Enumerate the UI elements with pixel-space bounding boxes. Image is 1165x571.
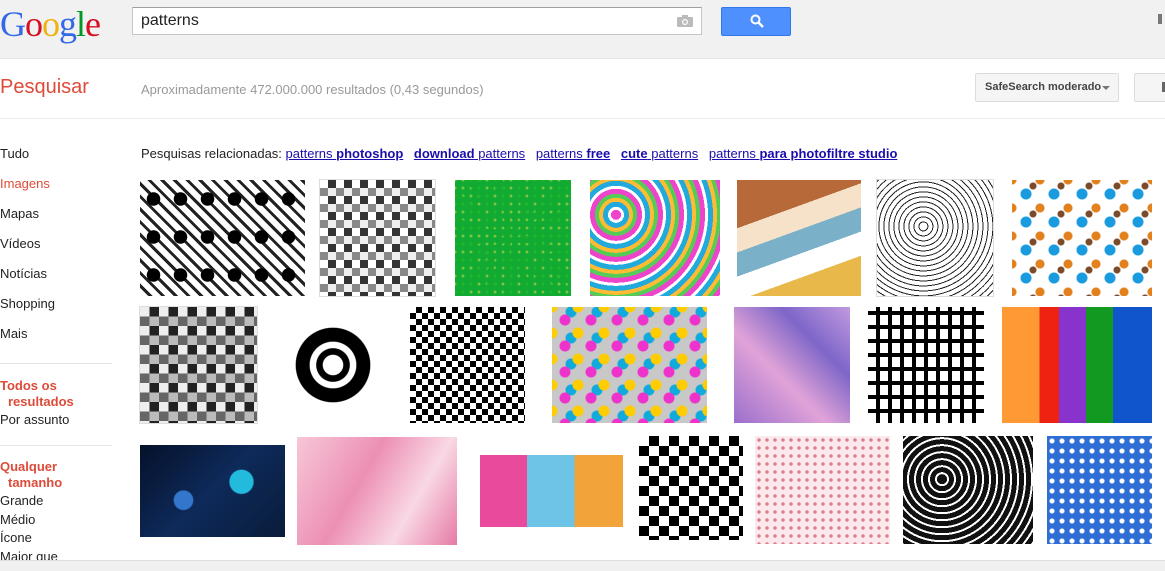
sidebar-item-tudo[interactable]: Tudo — [0, 146, 29, 161]
filter-por-assunto[interactable]: Por assunto — [0, 412, 69, 427]
chevron-down-icon — [1102, 86, 1110, 90]
search-box[interactable] — [132, 7, 702, 35]
image-result[interactable] — [319, 179, 436, 297]
top-bar: Google — [0, 0, 1165, 59]
search-button[interactable] — [721, 7, 791, 36]
logo-letter: l — [76, 4, 86, 44]
image-result[interactable] — [590, 180, 720, 296]
image-result[interactable] — [140, 180, 305, 296]
filter-icone[interactable]: Ícone — [0, 530, 32, 545]
logo-letter: o — [42, 4, 60, 44]
image-result[interactable] — [734, 307, 850, 423]
related-link-photofiltre[interactable]: patterns para photofiltre studio — [709, 146, 898, 161]
image-result[interactable] — [1002, 307, 1152, 423]
sidebar-item-videos[interactable]: Vídeos — [0, 236, 40, 251]
google-logo[interactable]: Google — [0, 3, 101, 45]
image-result[interactable] — [297, 437, 457, 545]
horizontal-scrollbar[interactable] — [0, 560, 1165, 571]
safesearch-dropdown[interactable]: SafeSearch moderado — [975, 73, 1119, 102]
sidebar-item-imagens[interactable]: Imagens — [0, 176, 50, 191]
image-result[interactable] — [1012, 180, 1152, 296]
filter-medio[interactable]: Médio — [0, 512, 35, 527]
sidebar-item-shopping[interactable]: Shopping — [0, 296, 55, 311]
account-icon[interactable] — [1158, 14, 1162, 24]
related-link-free[interactable]: patterns free — [536, 146, 610, 161]
filter-heading-size[interactable]: Qualquer tamanho — [0, 459, 62, 491]
logo-letter: G — [0, 4, 26, 44]
sidebar-item-noticias[interactable]: Notícias — [0, 266, 47, 281]
filter-heading-line1: Todos os — [0, 378, 57, 393]
related-searches: Pesquisas relacionadas: patterns photosh… — [141, 146, 904, 161]
image-result[interactable] — [552, 307, 707, 423]
related-link-cute[interactable]: cute patterns — [621, 146, 698, 161]
related-link-photoshop[interactable]: patterns photoshop — [286, 146, 404, 161]
image-result[interactable] — [737, 180, 861, 296]
image-result[interactable] — [275, 307, 391, 423]
filter-heading-line2: tamanho — [8, 475, 63, 490]
image-result[interactable] — [876, 179, 994, 297]
image-result[interactable] — [455, 180, 571, 296]
image-result[interactable] — [755, 436, 890, 544]
safesearch-label: SafeSearch moderado — [985, 81, 1102, 93]
page-title: Pesquisar — [0, 76, 89, 98]
sidebar-item-mapas[interactable]: Mapas — [0, 206, 39, 221]
image-result[interactable] — [139, 306, 258, 424]
results-toolbar: Pesquisar Aproximadamente 472.000.000 re… — [0, 58, 1165, 119]
filter-heading-line2: resultados — [8, 394, 74, 409]
image-result[interactable] — [1047, 436, 1152, 544]
filter-heading-line1: Qualquer — [0, 459, 58, 474]
image-result[interactable] — [903, 436, 1033, 544]
image-result[interactable] — [639, 436, 743, 540]
result-stats: Aproximadamente 472.000.000 resultados (… — [141, 82, 484, 97]
image-result[interactable] — [140, 445, 285, 537]
camera-icon[interactable] — [677, 15, 693, 27]
sidebar-item-mais[interactable]: Mais — [0, 326, 27, 341]
image-result[interactable] — [868, 307, 984, 423]
search-input[interactable] — [133, 8, 661, 34]
logo-letter: e — [85, 4, 101, 44]
sidebar-divider — [0, 363, 112, 364]
filter-heading-results[interactable]: Todos os resultados — [0, 378, 74, 410]
filter-grande[interactable]: Grande — [0, 493, 43, 508]
image-result[interactable] — [410, 307, 525, 423]
related-label: Pesquisas relacionadas: — [141, 146, 282, 161]
logo-letter: g — [59, 4, 77, 44]
image-result[interactable] — [480, 455, 623, 527]
logo-letter: o — [25, 4, 43, 44]
magnifier-icon — [750, 14, 764, 28]
related-link-download[interactable]: download patterns — [414, 146, 525, 161]
sidebar-divider — [0, 445, 112, 446]
settings-button[interactable] — [1134, 73, 1165, 102]
